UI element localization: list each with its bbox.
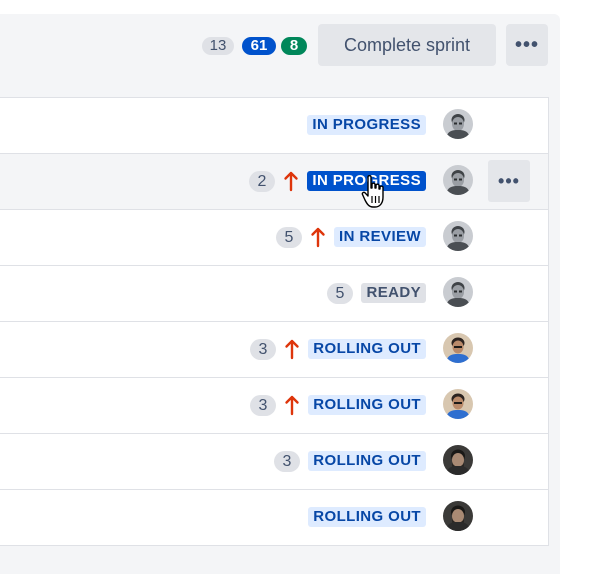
issue-row[interactable]: READY 5 (0, 266, 548, 322)
assignee-avatar[interactable] (443, 445, 473, 475)
assignee-avatar[interactable] (443, 277, 473, 307)
assignee-avatar[interactable] (443, 165, 473, 195)
priority-high-arrow-icon (311, 227, 325, 248)
hand-pointer-cursor-icon (361, 175, 384, 208)
done-issue-count-badge: 8 (281, 37, 307, 55)
status-lozenge[interactable]: IN REVIEW (334, 227, 426, 247)
assignee-avatar[interactable] (443, 389, 473, 419)
issue-row[interactable]: ROLLING OUT (0, 490, 548, 546)
priority-high-arrow-icon (285, 395, 299, 416)
complete-sprint-button[interactable]: Complete sprint (318, 24, 496, 66)
issue-row[interactable]: IN REVIEW 5 (0, 210, 548, 266)
sprint-header: 13 61 8 Complete sprint ••• (0, 14, 560, 94)
story-points-badge: 5 (327, 283, 353, 304)
priority-high-arrow-icon (284, 171, 298, 192)
issue-row[interactable]: IN PROGRESS (0, 98, 548, 154)
status-lozenge[interactable]: ROLLING OUT (308, 451, 426, 471)
issue-row[interactable]: ROLLING OUT 3 (0, 434, 548, 490)
issue-list: IN PROGRESS IN PROGRESS ••• 2 IN REVIEW 5 READ… (0, 97, 549, 546)
sprint-more-actions-button[interactable]: ••• (506, 24, 548, 66)
status-lozenge[interactable]: ROLLING OUT (308, 395, 426, 415)
status-lozenge[interactable]: ROLLING OUT (308, 339, 426, 359)
story-points-badge: 3 (274, 451, 300, 472)
in-progress-issue-count-badge: 61 (242, 37, 276, 55)
status-lozenge[interactable]: ROLLING OUT (308, 507, 426, 527)
issue-row[interactable]: IN PROGRESS ••• 2 (0, 154, 548, 210)
issue-row[interactable]: ROLLING OUT 3 (0, 378, 548, 434)
assignee-avatar[interactable] (443, 501, 473, 531)
assignee-avatar[interactable] (443, 109, 473, 139)
issue-more-actions-button[interactable]: ••• (488, 160, 530, 202)
status-lozenge[interactable]: IN PROGRESS (307, 115, 426, 135)
story-points-badge: 3 (250, 339, 276, 360)
issue-row[interactable]: ROLLING OUT 3 (0, 322, 548, 378)
assignee-avatar[interactable] (443, 221, 473, 251)
story-points-badge: 5 (276, 227, 302, 248)
story-points-badge: 3 (250, 395, 276, 416)
story-points-badge: 2 (249, 171, 275, 192)
status-lozenge[interactable]: READY (361, 283, 426, 303)
priority-high-arrow-icon (285, 339, 299, 360)
todo-issue-count-badge: 13 (202, 37, 234, 55)
assignee-avatar[interactable] (443, 333, 473, 363)
